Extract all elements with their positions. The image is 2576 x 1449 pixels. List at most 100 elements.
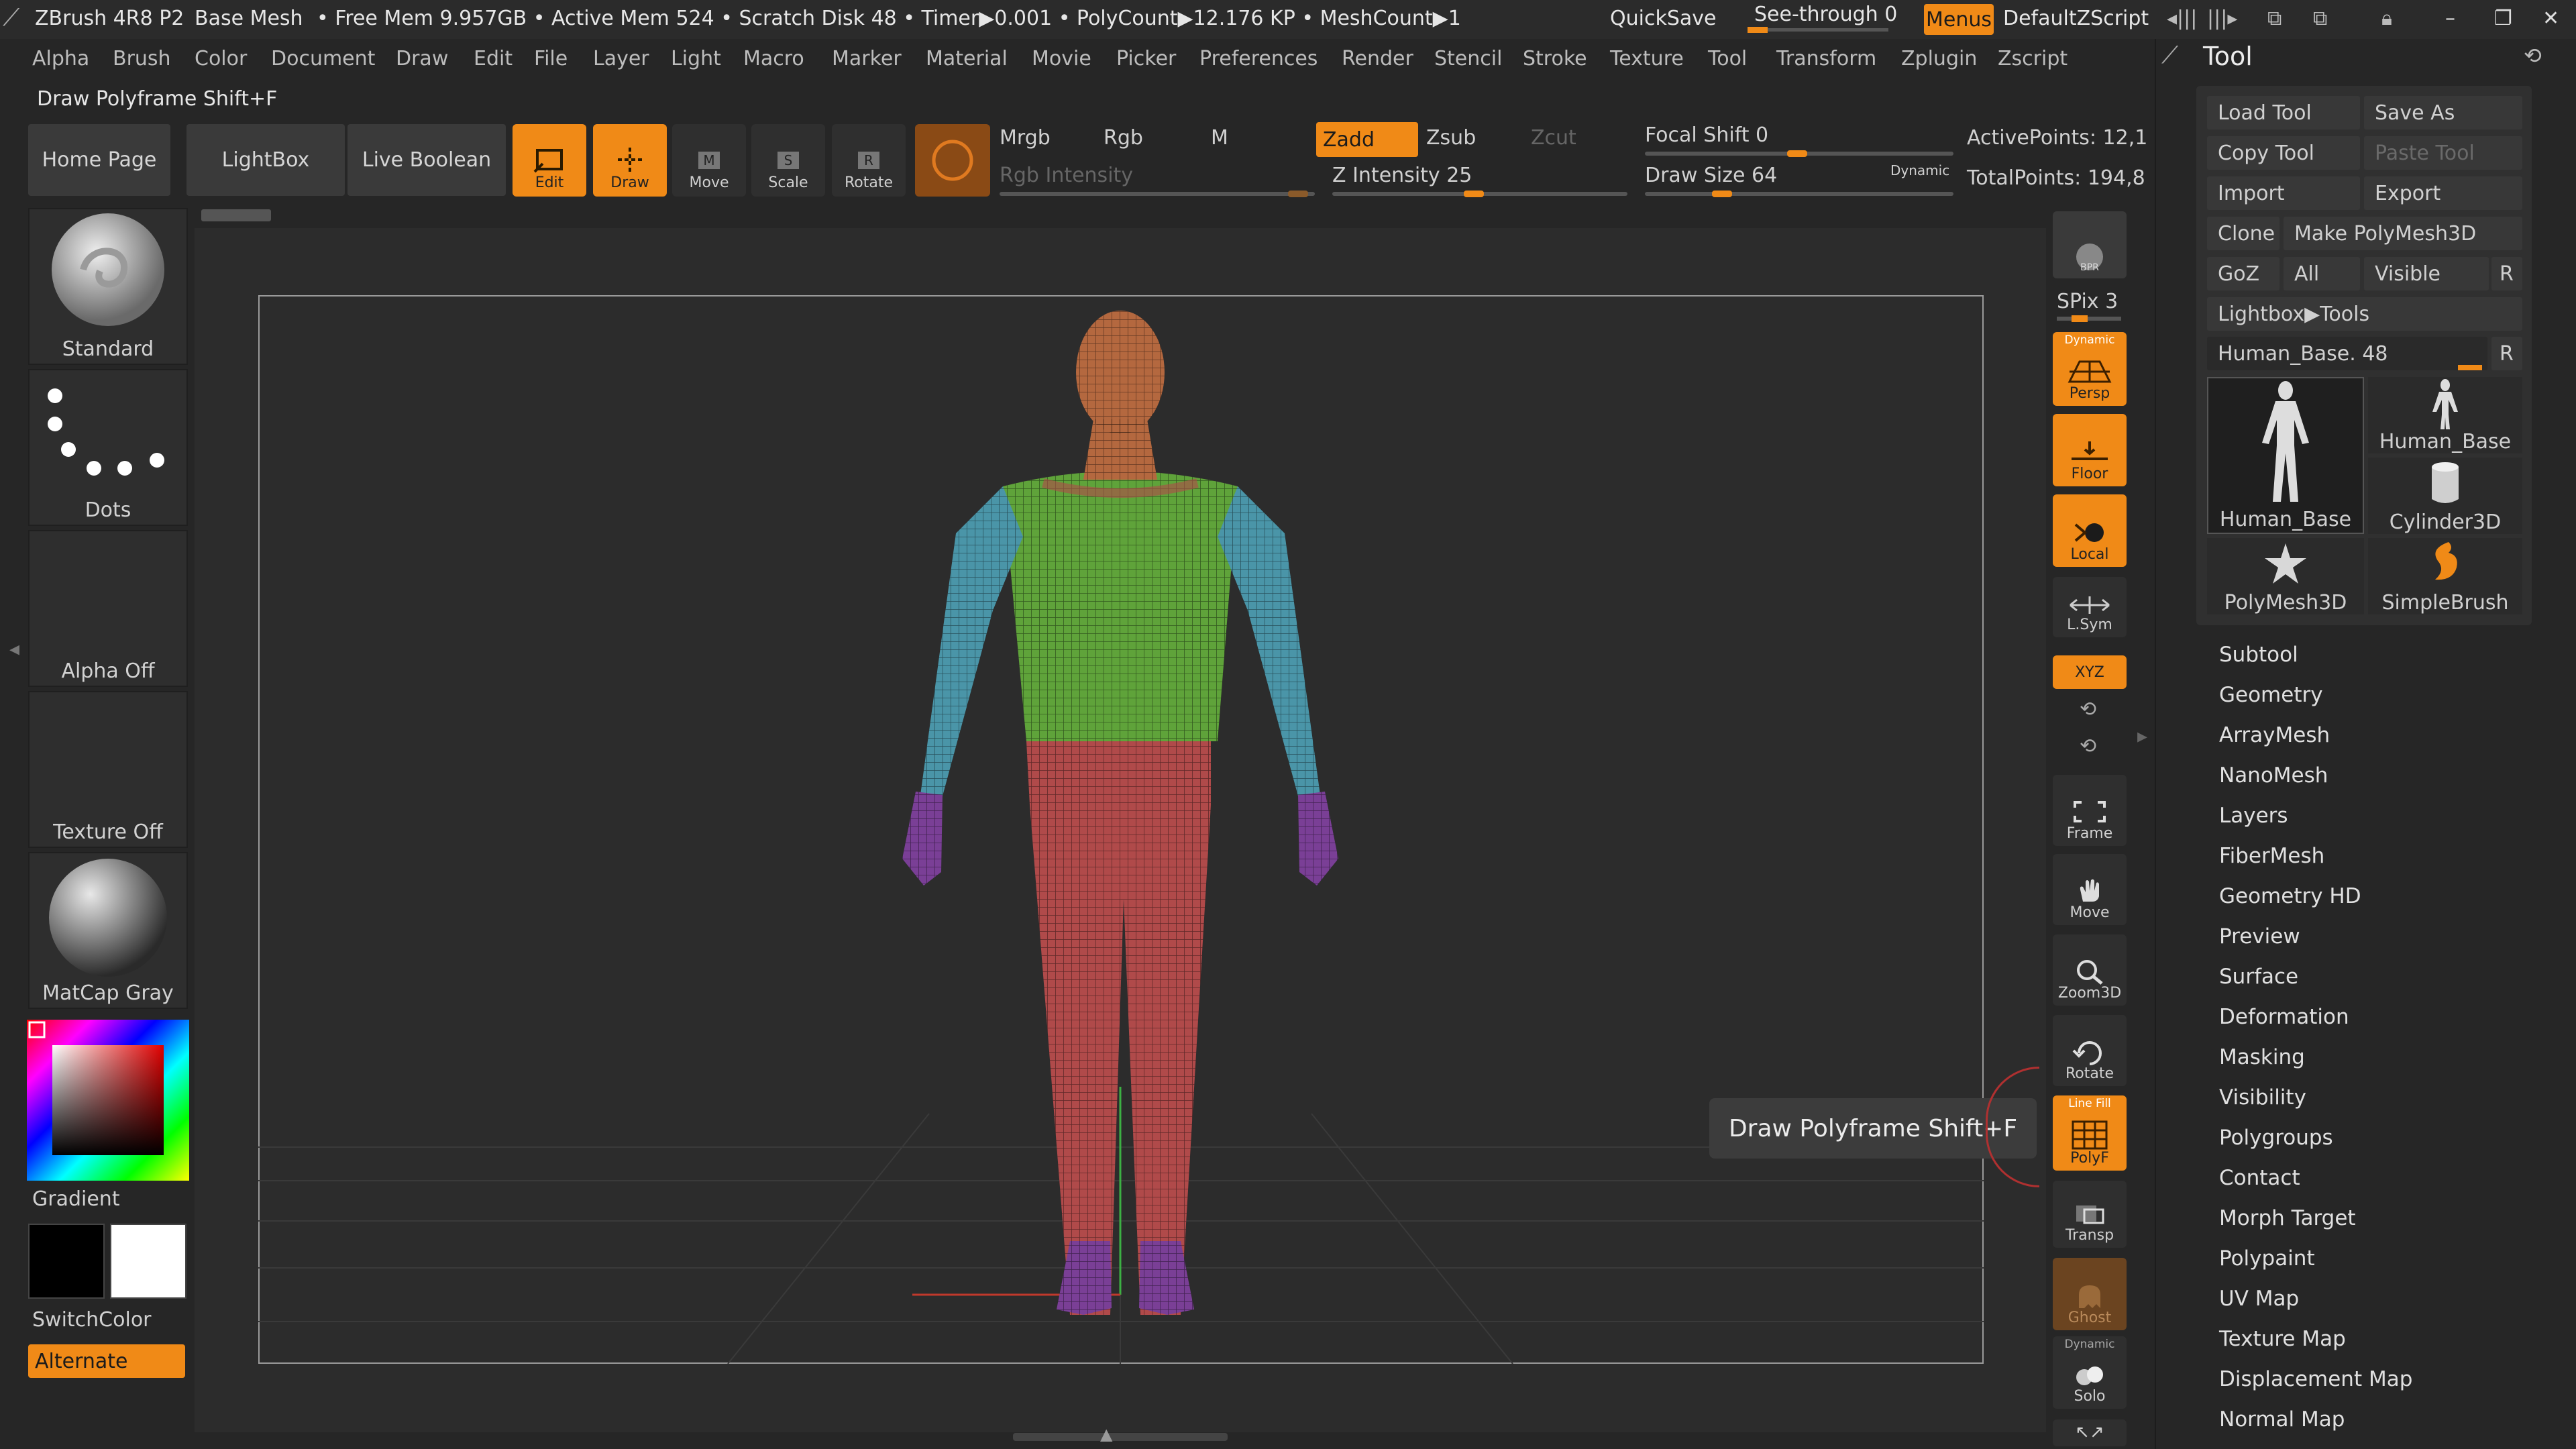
- goz-button[interactable]: GoZ: [2207, 257, 2279, 290]
- rgb-intensity-slider[interactable]: Rgb Intensity: [1000, 164, 1133, 187]
- z-intensity-thumb[interactable]: [1464, 191, 1484, 197]
- xyz-button[interactable]: XYZ: [2053, 655, 2127, 689]
- preview-menu[interactable]: Preview: [2219, 924, 2300, 949]
- masking-menu[interactable]: Masking: [2219, 1045, 2305, 1069]
- goz-all-button[interactable]: All: [2284, 257, 2360, 290]
- refresh-icon[interactable]: ⟲: [2524, 43, 2542, 68]
- scale-button[interactable]: S Scale: [751, 124, 825, 197]
- current-tool-r-button[interactable]: R: [2491, 337, 2522, 370]
- expand-bottom-icon[interactable]: ▲: [1100, 1425, 1112, 1444]
- menu-item[interactable]: Light: [671, 47, 721, 70]
- z-intensity-slider[interactable]: Z Intensity 25: [1332, 164, 1472, 187]
- focal-shift-thumb[interactable]: [1787, 150, 1807, 157]
- polyf-button[interactable]: Line Fill PolyF: [2053, 1095, 2127, 1171]
- nanomesh-menu[interactable]: NanoMesh: [2219, 763, 2328, 788]
- alternate-button[interactable]: Alternate: [28, 1344, 185, 1378]
- menu-item[interactable]: Texture: [1610, 47, 1684, 70]
- current-tool-slider[interactable]: Human_Base. 48: [2207, 337, 2487, 370]
- collapse-left-icon[interactable]: ◂: [9, 637, 19, 661]
- tool-thumb-simplebrush[interactable]: SimpleBrush: [2368, 538, 2522, 614]
- dynamic-toggle[interactable]: Dynamic: [1890, 162, 1949, 178]
- bpr-button[interactable]: BPR: [2053, 211, 2127, 278]
- contact-menu[interactable]: Contact: [2219, 1166, 2300, 1190]
- move-button[interactable]: M Move: [672, 124, 746, 197]
- uv-map-menu[interactable]: UV Map: [2219, 1287, 2299, 1311]
- rgb-intensity-track[interactable]: [1000, 192, 1315, 196]
- viewport-scroll-handle[interactable]: [201, 209, 271, 221]
- menu-item[interactable]: Macro: [743, 47, 804, 70]
- geometry-menu[interactable]: Geometry: [2219, 683, 2323, 707]
- seethrough-slider[interactable]: See-through 0: [1754, 3, 1897, 26]
- menu-item[interactable]: Zscript: [1998, 47, 2068, 70]
- paste-tool-button[interactable]: Paste Tool: [2364, 136, 2522, 170]
- menu-item[interactable]: Transform: [1776, 47, 1876, 70]
- solo-button[interactable]: Dynamic Solo: [2053, 1336, 2127, 1409]
- z-rotate-icon[interactable]: ⟲: [2080, 735, 2096, 758]
- layers-menu[interactable]: Layers: [2219, 804, 2288, 828]
- lock-icon[interactable]: 🔒︎: [2381, 7, 2392, 30]
- default-zscript-button[interactable]: DefaultZScript: [2003, 7, 2149, 30]
- tool-thumb-cylinder3d[interactable]: Cylinder3D: [2368, 458, 2522, 534]
- displacement-map-menu[interactable]: Displacement Map: [2219, 1367, 2412, 1391]
- move-view-button[interactable]: Move: [2053, 854, 2127, 925]
- menu-item[interactable]: Marker: [832, 47, 902, 70]
- zadd-button[interactable]: Zadd: [1316, 122, 1418, 157]
- collapse-right-icon[interactable]: ▸: [2137, 724, 2147, 748]
- morph-target-menu[interactable]: Morph Target: [2219, 1206, 2356, 1230]
- rotate-view-button[interactable]: Rotate: [2053, 1015, 2127, 1086]
- clone-button[interactable]: Clone: [2207, 217, 2279, 250]
- rgb-intensity-thumb[interactable]: [1288, 191, 1308, 197]
- rgb-button[interactable]: Rgb: [1104, 126, 1143, 150]
- draw-size-slider[interactable]: Draw Size 64: [1645, 164, 1777, 187]
- goz-visible-button[interactable]: Visible: [2364, 257, 2489, 290]
- fibermesh-menu[interactable]: FiberMesh: [2219, 844, 2324, 868]
- switchcolor-button[interactable]: SwitchColor: [32, 1308, 152, 1332]
- transp-button[interactable]: Transp: [2053, 1181, 2127, 1248]
- focal-shift-slider[interactable]: Focal Shift 0: [1645, 123, 1768, 147]
- make-polymesh3d-button[interactable]: Make PolyMesh3D: [2284, 217, 2522, 250]
- sculptris-pro-button[interactable]: [915, 124, 990, 197]
- local-button[interactable]: Local: [2053, 494, 2127, 567]
- scroll-left-icon[interactable]: ◂|||: [2167, 7, 2197, 30]
- menu-item[interactable]: Material: [926, 47, 1008, 70]
- restore-icon[interactable]: ❐: [2494, 7, 2512, 30]
- alpha-slot[interactable]: Alpha Off: [28, 530, 188, 687]
- menu-item[interactable]: Preferences: [1199, 47, 1318, 70]
- bottom-scroll-handle[interactable]: [1013, 1433, 1228, 1441]
- persp-button[interactable]: Dynamic Persp: [2053, 332, 2127, 406]
- texture-slot[interactable]: Texture Off: [28, 691, 188, 848]
- surface-menu[interactable]: Surface: [2219, 965, 2298, 989]
- polygroups-menu[interactable]: Polygroups: [2219, 1126, 2333, 1150]
- arraymesh-menu[interactable]: ArrayMesh: [2219, 723, 2330, 747]
- gradient-label[interactable]: Gradient: [32, 1187, 120, 1211]
- draw-size-track[interactable]: [1645, 192, 1953, 196]
- menu-item[interactable]: Zplugin: [1901, 47, 1977, 70]
- menu-item[interactable]: Alpha: [32, 47, 89, 70]
- menu-item[interactable]: Layer: [593, 47, 649, 70]
- seethrough-track[interactable]: [1748, 28, 1888, 32]
- rotate-button[interactable]: R Rotate: [832, 124, 906, 197]
- menu-item[interactable]: Tool: [1708, 47, 1747, 70]
- lightbox-tools-button[interactable]: Lightbox▶Tools: [2207, 297, 2522, 331]
- goz-r-button[interactable]: R: [2491, 257, 2522, 290]
- export-button[interactable]: Export: [2364, 176, 2522, 210]
- material-slot[interactable]: MatCap Gray: [28, 852, 188, 1009]
- floor-button[interactable]: Floor: [2053, 414, 2127, 486]
- lsym-button[interactable]: L.Sym: [2053, 577, 2127, 637]
- ghost-button[interactable]: Ghost: [2053, 1258, 2127, 1330]
- tool-thumb-human-base-large[interactable]: Human_Base: [2207, 377, 2364, 534]
- edit-button[interactable]: Edit: [513, 124, 586, 197]
- subtool-menu[interactable]: Subtool: [2219, 643, 2298, 667]
- spix-track[interactable]: [2057, 317, 2121, 321]
- menu-item[interactable]: File: [534, 47, 568, 70]
- home-page-button[interactable]: Home Page: [28, 124, 170, 196]
- copy-tool-button[interactable]: Copy Tool: [2207, 136, 2360, 170]
- draw-size-thumb[interactable]: [1712, 191, 1732, 197]
- draw-button[interactable]: Draw: [593, 124, 667, 197]
- zoom3d-button[interactable]: Zoom3D: [2053, 934, 2127, 1006]
- geometry-hd-menu[interactable]: Geometry HD: [2219, 884, 2361, 908]
- polypaint-menu[interactable]: Polypaint: [2219, 1246, 2315, 1271]
- menu-item[interactable]: Movie: [1032, 47, 1091, 70]
- lightbox-button[interactable]: LightBox: [186, 124, 345, 196]
- visibility-menu[interactable]: Visibility: [2219, 1085, 2306, 1110]
